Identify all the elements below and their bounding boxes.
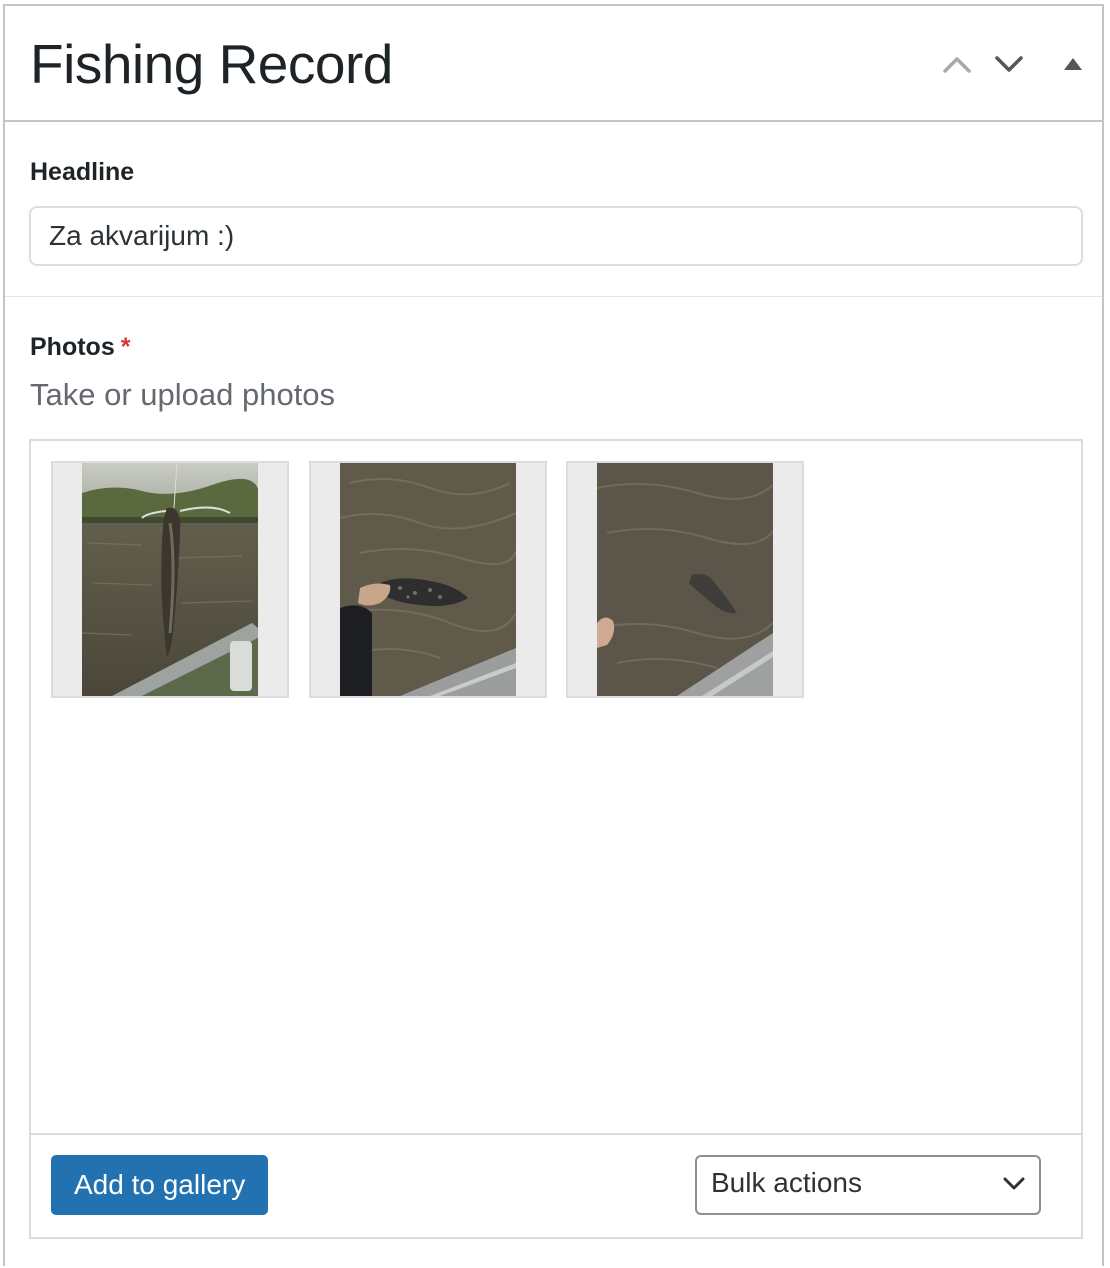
photo-gallery: Add to gallery Bulk actions (29, 439, 1083, 1239)
triangle-up-icon (1064, 58, 1082, 70)
photos-label-row: Photos * (30, 333, 130, 362)
photo-image-catfish-released (597, 463, 773, 696)
gallery-toolbar: Add to gallery Bulk actions (31, 1133, 1081, 1237)
photos-field: Photos * Take or upload photos Add to ga… (5, 297, 1102, 1266)
photo-thumbnail-2[interactable] (309, 461, 547, 698)
toggle-panel-button[interactable] (1051, 42, 1095, 86)
chevron-down-icon (995, 56, 1023, 72)
bulk-actions-select[interactable]: Bulk actions (695, 1155, 1041, 1215)
photo-thumbnail-3[interactable] (566, 461, 804, 698)
panel-header: Fishing Record (5, 6, 1102, 122)
required-marker: * (120, 333, 131, 361)
move-down-button[interactable] (987, 42, 1031, 86)
photo-thumbnail-1[interactable] (51, 461, 289, 698)
add-to-gallery-button[interactable]: Add to gallery (51, 1155, 269, 1215)
bulk-actions-value: Bulk actions (711, 1167, 862, 1198)
photos-description: Take or upload photos (30, 377, 336, 412)
headline-field: Headline (5, 122, 1102, 297)
photo-image-catfish-hanging (82, 463, 258, 696)
photo-image-catfish-in-hand (340, 463, 516, 696)
headline-input[interactable] (29, 206, 1083, 266)
chevron-down-icon (1003, 1177, 1025, 1190)
move-up-button[interactable] (935, 42, 979, 86)
photos-label: Photos (30, 333, 115, 361)
headline-label: Headline (30, 158, 135, 186)
panel-title: Fishing Record (30, 33, 393, 95)
fishing-record-panel: Fishing Record Headline Photos* Take or … (3, 4, 1104, 1266)
chevron-up-icon (943, 57, 971, 73)
